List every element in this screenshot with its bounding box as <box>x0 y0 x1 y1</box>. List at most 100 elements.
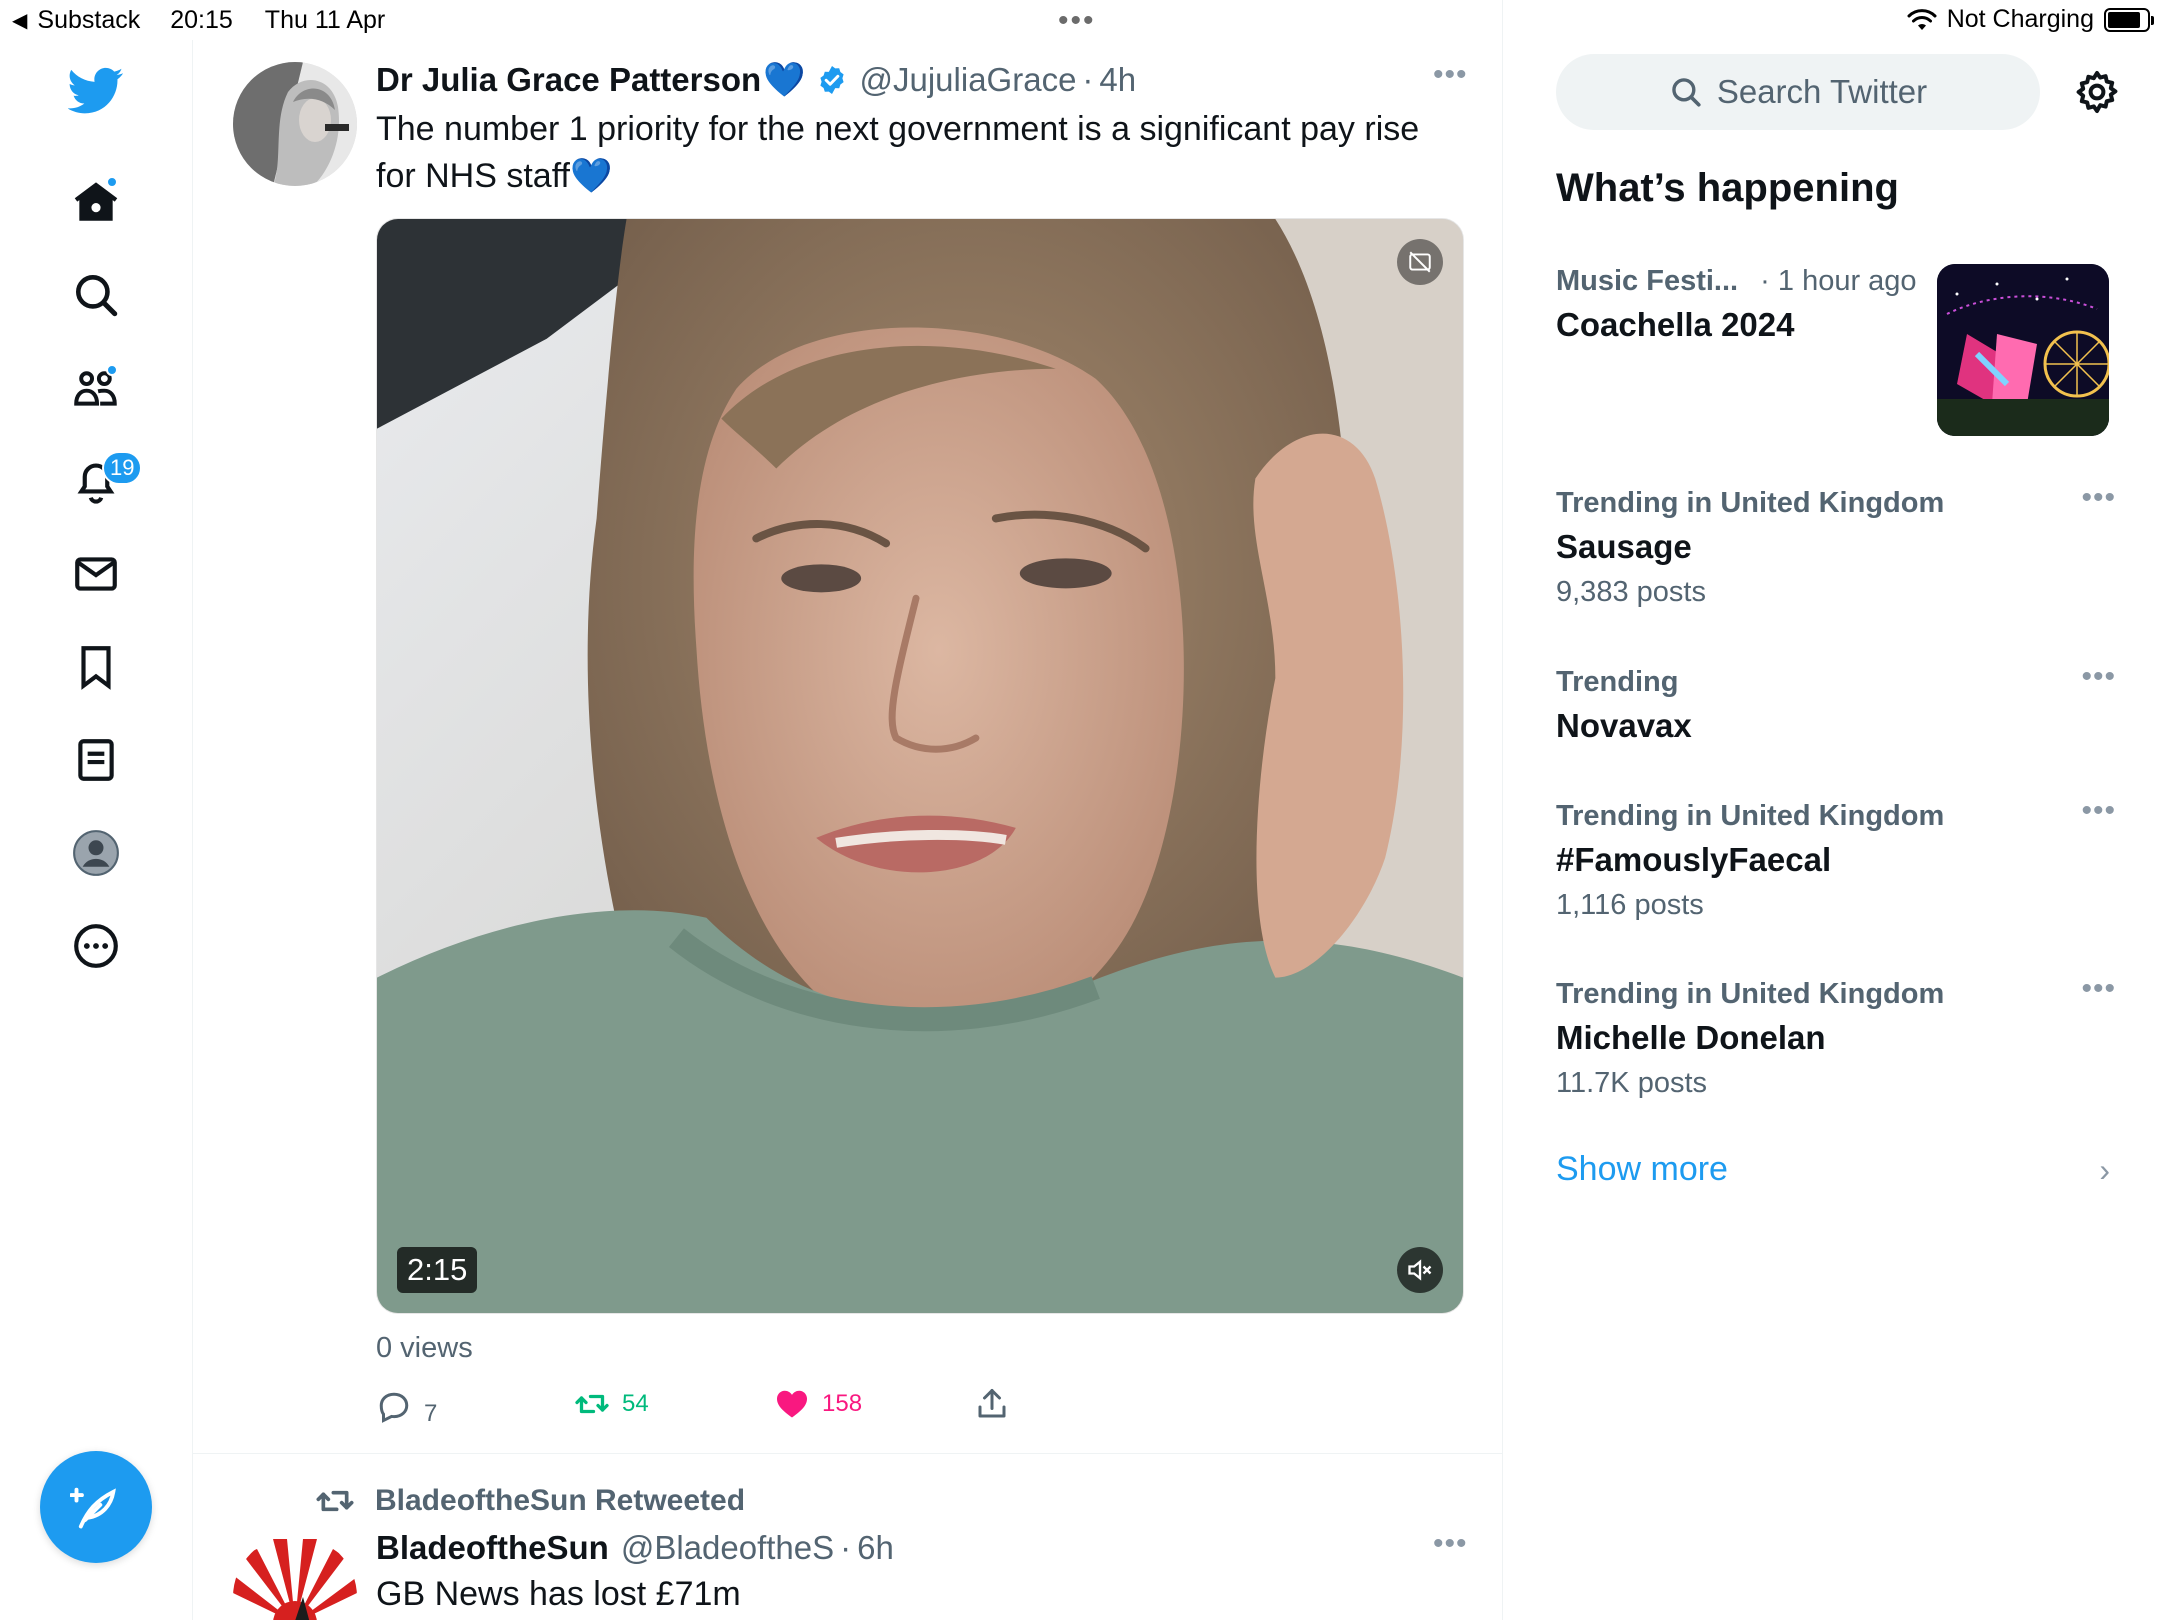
back-to-app-icon[interactable]: ◀ <box>12 8 27 33</box>
retweet-icon <box>575 1394 609 1414</box>
tweet-more-menu-icon[interactable]: ••• <box>1433 58 1468 92</box>
view-count: 0 views <box>376 1332 473 1364</box>
author-handle[interactable]: @BladeoftheS <box>621 1529 834 1567</box>
trend-more-menu-icon[interactable]: ••• <box>2081 481 2116 515</box>
notifications-nav-button[interactable]: 19 <box>66 451 143 511</box>
trend-context: Trending in United Kingdom <box>1556 800 1945 832</box>
home-new-indicator <box>106 176 118 188</box>
trend-topic: Sausage <box>1556 528 1692 565</box>
share-button[interactable] <box>974 1386 1010 1422</box>
retweet-icon <box>316 1490 354 1512</box>
status-right: Not Charging <box>1907 5 2154 34</box>
mute-toggle-button[interactable] <box>1397 1247 1443 1293</box>
trend-more-menu-icon[interactable]: ••• <box>2081 794 2116 828</box>
trend-topic: #FamouslyFaecal <box>1556 841 1832 878</box>
back-to-app-label[interactable]: Substack <box>37 6 140 35</box>
trend-topic: Novavax <box>1556 707 1692 744</box>
profile-nav-button[interactable] <box>66 823 126 883</box>
reply-count: 7 <box>424 1400 438 1427</box>
search-input[interactable]: Search Twitter <box>1556 54 2040 130</box>
author-handle[interactable]: @JujuliaGrace <box>860 61 1077 99</box>
reply-button[interactable]: 7 <box>376 1386 437 1428</box>
author-avatar[interactable] <box>233 62 357 186</box>
trend-item[interactable]: Trending in United Kingdom Sausage 9,383… <box>1556 481 2116 609</box>
tweet-time[interactable]: 4h <box>1099 61 1136 99</box>
video-duration: 2:15 <box>397 1247 478 1293</box>
reply-icon <box>379 1392 409 1423</box>
author-name[interactable]: BladeoftheSun <box>376 1529 609 1567</box>
retweet-count: 54 <box>622 1390 649 1417</box>
tweet-text: GB News has lost £71m <box>376 1575 741 1613</box>
muted-speaker-icon <box>1408 1259 1432 1281</box>
like-button[interactable]: 158 <box>774 1386 862 1422</box>
tweet-header: BladeoftheSun @BladeoftheS · 6h <box>376 1529 894 1567</box>
gear-icon[interactable] <box>2073 68 2121 116</box>
battery-icon <box>2104 7 2154 32</box>
search-icon <box>1672 78 1701 107</box>
trend-item[interactable]: Trending in United Kingdom #FamouslyFaec… <box>1556 794 2116 922</box>
tweet-text-body: The number 1 priority for the next gover… <box>376 110 1420 195</box>
retweeted-by-line: BladeoftheSun Retweeted <box>315 1481 745 1521</box>
compose-feather-icon <box>70 1487 116 1529</box>
tweet-text: The number 1 priority for the next gover… <box>376 106 1436 200</box>
tweet-text-emoji: 💙 <box>570 157 613 195</box>
explore-nav-button[interactable] <box>66 265 126 325</box>
chevron-right-icon: › <box>2099 1152 2110 1188</box>
lists-icon <box>78 739 114 781</box>
trend-thumbnail[interactable] <box>1937 264 2109 436</box>
trend-item[interactable]: Trending Novavax ••• <box>1556 660 2116 745</box>
battery-status-label: Not Charging <box>1946 5 2094 33</box>
verified-badge-icon <box>819 66 844 94</box>
tweet[interactable]: BladeoftheSun Retweeted BladeoftheSun @B… <box>193 1455 1503 1620</box>
lists-nav-button[interactable] <box>66 730 126 790</box>
captions-toggle-button[interactable] <box>1397 239 1443 285</box>
trend-topic: Michelle Donelan <box>1556 1019 1826 1056</box>
trend-more-menu-icon[interactable]: ••• <box>2081 660 2116 694</box>
blue-heart-emoji: 💙 <box>763 61 806 99</box>
more-nav-button[interactable] <box>66 916 126 976</box>
trend-time: · 1 hour ago <box>1760 265 1917 297</box>
trend-context: Trending <box>1556 666 1679 698</box>
trend-category: Music Festi... <box>1556 265 1739 297</box>
author-name[interactable]: Dr Julia Grace Patterson <box>376 61 761 99</box>
tweet-actions: 7 54 158 <box>376 1386 1376 1446</box>
tweet[interactable]: Dr Julia Grace Patterson 💙 @JujuliaGrace… <box>193 40 1503 1454</box>
trend-post-count: 1,116 posts <box>1556 889 1704 921</box>
show-more-link[interactable]: Show more › <box>1556 1150 2116 1189</box>
home-nav-button[interactable] <box>66 172 126 232</box>
trend-more-menu-icon[interactable]: ••• <box>2081 972 2116 1006</box>
more-icon <box>74 924 118 968</box>
trend-item[interactable]: Trending in United Kingdom Michelle Done… <box>1556 972 2116 1100</box>
trend-context: Trending in United Kingdom <box>1556 487 1945 519</box>
communities-nav-button[interactable] <box>66 358 126 418</box>
show-more-label: Show more <box>1556 1150 1728 1188</box>
twitter-logo-icon[interactable] <box>66 60 126 120</box>
trend-context: Trending in United Kingdom <box>1556 978 1945 1010</box>
trend-post-count: 9,383 posts <box>1556 576 1706 608</box>
video-frame <box>377 219 1463 1313</box>
heart-icon <box>777 1390 807 1418</box>
wifi-icon <box>1907 8 1937 30</box>
share-icon <box>978 1389 1006 1418</box>
separator: · <box>840 1529 852 1566</box>
tweet-more-menu-icon[interactable]: ••• <box>1433 1527 1468 1561</box>
tweet-time[interactable]: 6h <box>857 1529 894 1567</box>
profile-icon <box>73 830 119 876</box>
compose-tweet-button[interactable] <box>40 1451 152 1563</box>
trend-post-count: 11.7K posts <box>1556 1067 1708 1099</box>
whats-happening-heading: What’s happening <box>1556 166 1899 210</box>
search-placeholder: Search Twitter <box>1716 73 1928 110</box>
bookmarks-nav-button[interactable] <box>66 637 126 697</box>
author-avatar[interactable] <box>233 1535 357 1620</box>
captions-icon <box>1409 251 1431 273</box>
retweet-button[interactable]: 54 <box>574 1386 649 1422</box>
video-player[interactable]: 2:15 <box>376 218 1464 1314</box>
retweeted-by-label[interactable]: BladeoftheSun Retweeted <box>375 1484 745 1518</box>
separator: · <box>1082 61 1094 98</box>
messages-nav-button[interactable] <box>66 544 126 604</box>
notifications-count-badge: 19 <box>102 451 143 485</box>
tweet-header: Dr Julia Grace Patterson 💙 @JujuliaGrace… <box>376 60 1136 100</box>
left-navigation: 19 <box>0 40 193 1620</box>
bookmarks-icon <box>81 646 111 690</box>
messages-icon <box>75 557 117 591</box>
